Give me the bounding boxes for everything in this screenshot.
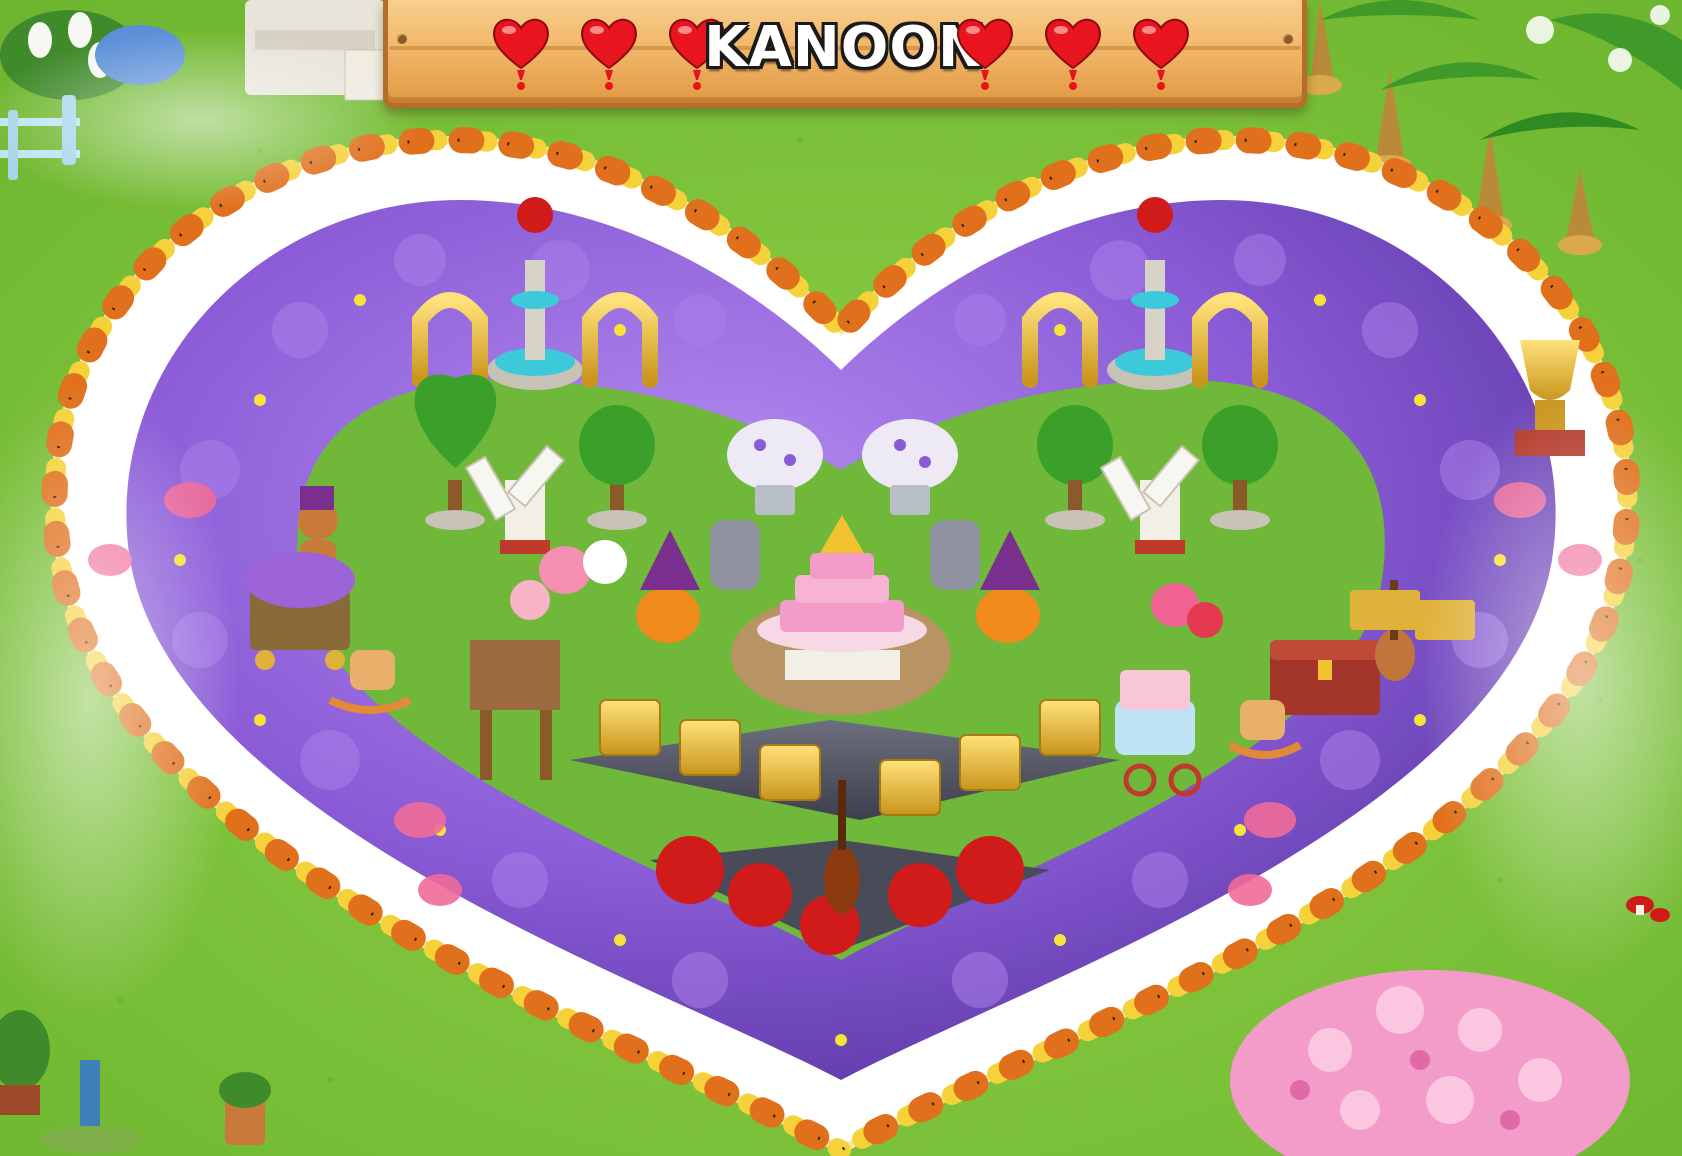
- hearts-right: [953, 14, 1193, 90]
- heart-icon: [489, 14, 553, 90]
- treasure-chest-icon[interactable]: [1270, 640, 1380, 715]
- hearts-left: [489, 14, 729, 90]
- nail-icon: [1283, 34, 1293, 44]
- heart-icon: [953, 14, 1017, 90]
- farm-name-title: KANOON: [704, 15, 986, 80]
- farm-scene[interactable]: [0, 0, 1682, 1156]
- heart-icon: [1041, 14, 1105, 90]
- fog-top-left: [0, 30, 420, 210]
- heart-icon: [1129, 14, 1193, 90]
- farm-name-banner: KANOON: [383, 0, 1307, 108]
- nail-icon: [397, 34, 407, 44]
- heart-icon: [577, 14, 641, 90]
